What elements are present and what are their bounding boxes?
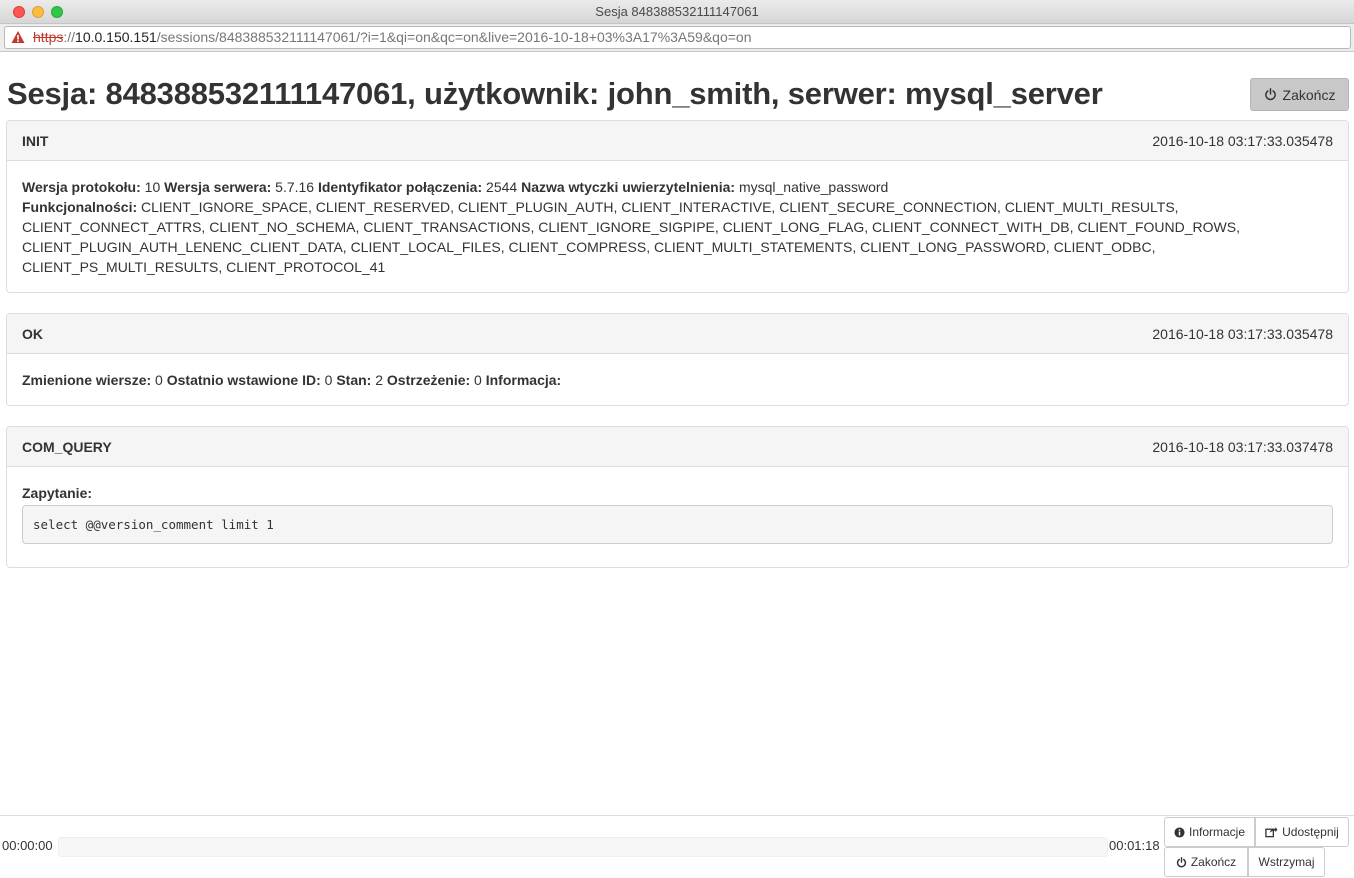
connection-id-value: 2544 — [486, 179, 518, 195]
panel-body: Wersja protokołu: 10 Wersja serwera: 5.7… — [7, 161, 1348, 292]
panel-header: INIT 2016-10-18 03:17:33.035478 — [7, 121, 1348, 161]
capabilities-value: CLIENT_IGNORE_SPACE, CLIENT_RESERVED, CL… — [22, 199, 1240, 275]
packet-panel-init: INIT 2016-10-18 03:17:33.035478 Wersja p… — [6, 120, 1349, 293]
warnings-label: Ostrzeżenie: — [386, 372, 471, 388]
query-label: Zapytanie: — [22, 485, 93, 501]
packet-timestamp: 2016-10-18 03:17:33.035478 — [1152, 326, 1333, 342]
protocol-label: Wersja protokołu: — [22, 179, 141, 195]
address-bar: https://10.0.150.151/sessions/8483885321… — [0, 24, 1354, 52]
info-button-label: Informacje — [1188, 825, 1246, 839]
end-session-label: Zakończ — [1282, 86, 1336, 103]
playback-start-time: 00:00:00 — [2, 838, 53, 853]
last-insert-id-label: Ostatnio wstawione ID: — [166, 372, 321, 388]
share-button-label: Udostępnij — [1282, 825, 1339, 839]
status-label: Stan: — [336, 372, 372, 388]
packet-type: OK — [22, 326, 43, 342]
panel-header: OK 2016-10-18 03:17:33.035478 — [7, 314, 1348, 354]
pause-button[interactable]: Wstrzymaj — [1248, 847, 1325, 877]
playback-end-time: 00:01:18 — [1109, 838, 1160, 853]
window-titlebar: Sesja 848388532111147061 — [0, 0, 1354, 24]
power-icon — [1264, 88, 1276, 101]
packet-panel-com-query: COM_QUERY 2016-10-18 03:17:33.037478 Zap… — [6, 426, 1349, 568]
packet-timestamp: 2016-10-18 03:17:33.035478 — [1152, 133, 1333, 149]
url-host: 10.0.150.151 — [75, 29, 157, 45]
warning-triangle-icon — [11, 31, 25, 43]
info-label: Informacja: — [485, 372, 562, 388]
protocol-value: 10 — [144, 179, 161, 195]
affected-rows-value: 0 — [155, 372, 163, 388]
capabilities-label: Funkcjonalności: — [22, 199, 138, 215]
playback-timeline-slider[interactable] — [58, 837, 1108, 857]
packet-timestamp: 2016-10-18 03:17:33.037478 — [1152, 439, 1333, 455]
last-insert-id-value: 0 — [324, 372, 333, 388]
packet-panel-ok: OK 2016-10-18 03:17:33.035478 Zmienione … — [6, 313, 1349, 406]
panel-header: COM_QUERY 2016-10-18 03:17:33.037478 — [7, 427, 1348, 467]
server-version-label: Wersja serwera: — [164, 179, 272, 195]
panel-body: Zapytanie: select @@version_comment limi… — [7, 467, 1348, 559]
info-button[interactable]: Informacje — [1164, 817, 1255, 847]
page-title: Sesja: 848388532111147061, użytkownik: j… — [7, 76, 1103, 111]
packet-type: COM_QUERY — [22, 439, 112, 455]
window-title: Sesja 848388532111147061 — [595, 4, 759, 19]
end-session-button[interactable]: Zakończ — [1250, 78, 1349, 111]
info-circle-icon — [1174, 826, 1185, 838]
url-separator: :// — [63, 29, 76, 45]
share-button[interactable]: Udostępnij — [1255, 817, 1349, 847]
capabilities-line: Funkcjonalności: CLIENT_IGNORE_SPACE, CL… — [22, 197, 1333, 277]
panel-body: Zmienione wiersze: 0 Ostatnio wstawione … — [7, 354, 1348, 405]
auth-plugin-value: mysql_native_password — [738, 179, 889, 195]
auth-plugin-label: Nazwa wtyczki uwierzytelnienia: — [521, 179, 736, 195]
affected-rows-label: Zmienione wiersze: — [22, 372, 152, 388]
packet-type: INIT — [22, 133, 49, 149]
share-icon — [1265, 827, 1278, 838]
status-value: 2 — [375, 372, 384, 388]
query-code-block: select @@version_comment limit 1 — [22, 505, 1333, 544]
player-end-button[interactable]: Zakończ — [1164, 847, 1248, 877]
power-icon — [1176, 856, 1186, 867]
url-path: /sessions/848388532111147061/?i=1&qi=on&… — [156, 29, 752, 45]
player-end-label: Zakończ — [1190, 855, 1237, 869]
connection-id-label: Identyfikator połączenia: — [317, 179, 483, 195]
warnings-value: 0 — [474, 372, 482, 388]
url-scheme: https — [33, 29, 64, 45]
pause-button-label: Wstrzymaj — [1258, 855, 1315, 869]
url-field[interactable]: https://10.0.150.151/sessions/8483885321… — [4, 26, 1351, 49]
server-version-value: 5.7.16 — [275, 179, 315, 195]
init-summary-line: Wersja protokołu: 10 Wersja serwera: 5.7… — [22, 177, 1333, 197]
